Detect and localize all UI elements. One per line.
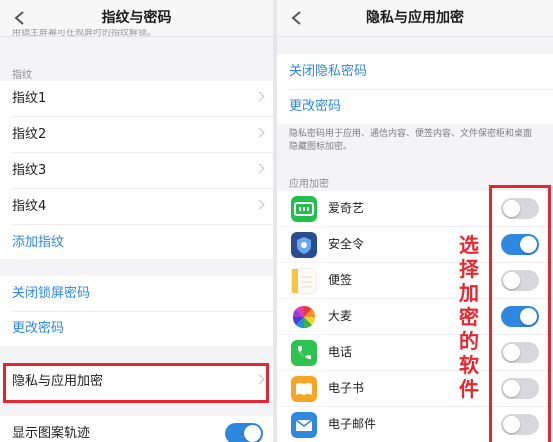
page-title: 隐私与应用加密 — [366, 10, 464, 26]
close-privacy-password-label: 关闭隐私密码 — [289, 64, 368, 79]
change-password-label: 更改密码 — [12, 321, 65, 336]
change-password-label: 更改密码 — [289, 99, 342, 114]
nav-bar: 隐私与应用加密 — [277, 0, 553, 37]
chevron-right-icon — [254, 127, 265, 138]
change-password-button[interactable]: 更改密码 — [0, 311, 273, 346]
app-name: 爱奇艺 — [328, 201, 365, 215]
pattern-track-card: 显示图案轨迹 — [0, 416, 273, 442]
iqiyi-icon — [291, 196, 317, 222]
chevron-right-icon — [254, 199, 265, 210]
fingerprint-item-2[interactable]: 指纹2 — [0, 117, 273, 152]
fingerprint-label: 指纹4 — [12, 199, 47, 214]
change-password-button[interactable]: 更改密码 — [277, 89, 553, 124]
app-name: 电话 — [328, 345, 353, 359]
fingerprint-label: 指纹3 — [12, 163, 47, 178]
close-lock-password-label: 关闭锁屏密码 — [12, 286, 91, 301]
app-name: 安全令 — [328, 237, 365, 251]
show-pattern-track-label: 显示图案轨迹 — [12, 426, 91, 441]
show-pattern-track-toggle[interactable] — [225, 423, 263, 442]
fingerprint-label: 指纹2 — [12, 127, 47, 142]
cut-off-description: 用镜主屏幕可在规屏时的指纹解锁。 — [12, 29, 157, 37]
fingerprint-password-screen: 指纹与密码 用镜主屏幕可在规屏时的指纹解锁。 指纹 指纹1 指纹2 指纹3 指纹… — [0, 0, 273, 442]
privacy-password-card: 关闭隐私密码 更改密码 — [277, 54, 553, 124]
show-pattern-track-item: 显示图案轨迹 — [0, 416, 273, 442]
fingerprint-card: 指纹1 指纹2 指纹3 指纹4 添加指纹 — [0, 81, 273, 259]
app-name: 大麦 — [328, 309, 353, 323]
add-fingerprint-label: 添加指纹 — [12, 235, 65, 250]
chevron-right-icon — [254, 163, 265, 174]
app-name: 电子书 — [328, 381, 365, 395]
lock-password-card: 关闭锁屏密码 更改密码 — [0, 276, 273, 346]
close-lock-password-button[interactable]: 关闭锁屏密码 — [0, 276, 273, 311]
section-header-app-encryption: 应用加密 — [289, 179, 329, 190]
section-header-fingerprint: 指纹 — [12, 70, 32, 81]
email-icon — [291, 412, 317, 438]
fingerprint-label: 指纹1 — [12, 91, 47, 106]
shield-icon — [291, 232, 317, 258]
damai-icon — [291, 304, 317, 330]
notes-icon — [291, 268, 317, 294]
phone-icon — [291, 340, 317, 366]
highlight-box-privacy — [3, 363, 269, 403]
fingerprint-item-4[interactable]: 指纹4 — [0, 189, 273, 224]
chevron-right-icon — [254, 91, 265, 102]
close-privacy-password-button[interactable]: 关闭隐私密码 — [277, 54, 553, 89]
highlight-box-toggles — [489, 185, 551, 442]
app-name: 电子邮件 — [328, 417, 377, 431]
fingerprint-item-3[interactable]: 指纹3 — [0, 153, 273, 188]
ebook-icon — [291, 376, 317, 402]
fingerprint-item-1[interactable]: 指纹1 — [0, 81, 273, 116]
app-name: 便签 — [328, 273, 353, 287]
add-fingerprint-button[interactable]: 添加指纹 — [0, 225, 273, 260]
privacy-description: 隐私密码用于应用、通信内容、便签内容、文件保密柜和桌面隐藏图标加密。 — [289, 129, 533, 152]
annotation-text: 选择加密的软件 — [459, 233, 479, 401]
